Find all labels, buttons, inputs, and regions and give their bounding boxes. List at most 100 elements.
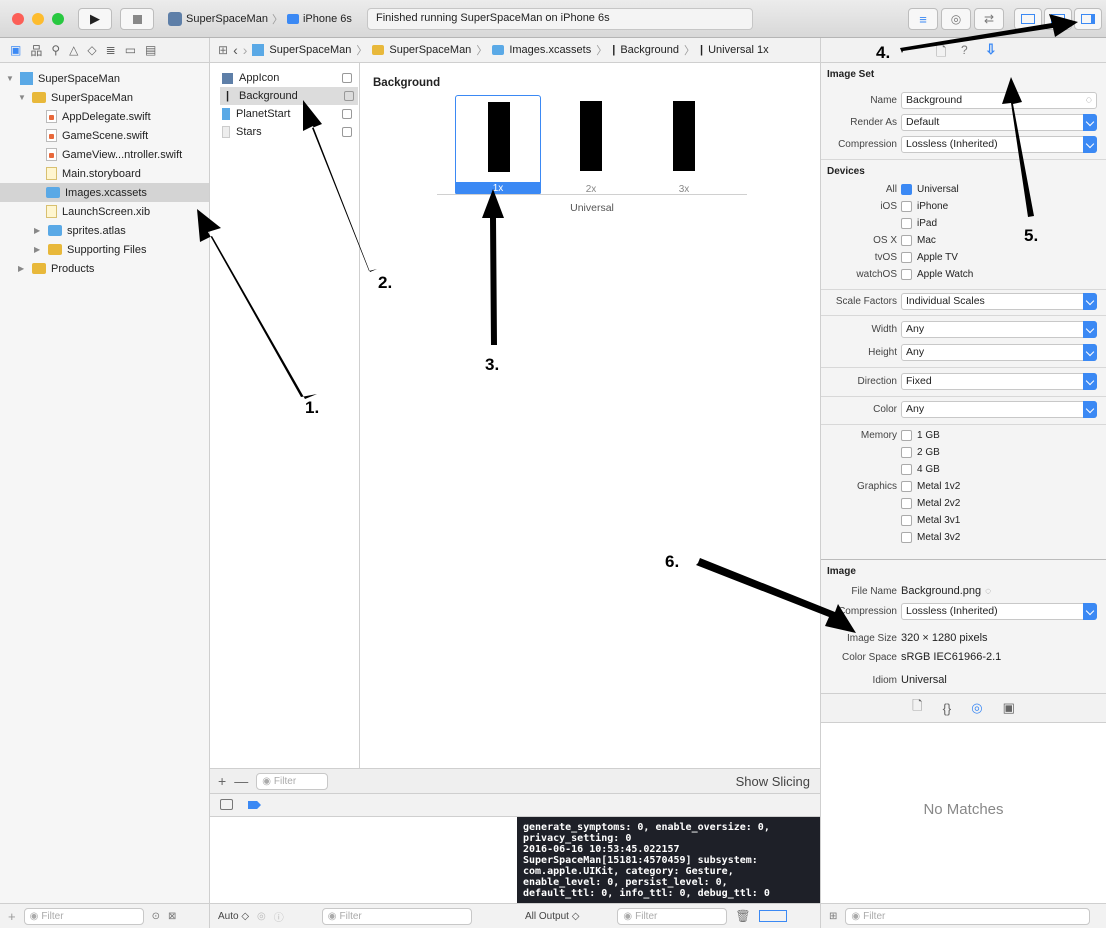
asset-item-selected[interactable]: | Background (220, 87, 358, 105)
folder-icon[interactable]: ▣ (10, 43, 21, 57)
color-select[interactable]: Any (901, 400, 1097, 418)
checkbox[interactable] (901, 532, 912, 543)
disclosure-open-icon[interactable]: ▼ (6, 74, 15, 83)
test-icon[interactable]: ◇ (87, 43, 96, 57)
height-select[interactable]: Any (901, 343, 1097, 361)
tree-item-group[interactable]: ▼ SuperSpaceMan (18, 88, 133, 107)
info-icon[interactable]: ⓘ (274, 909, 284, 924)
project-root[interactable]: ▼ SuperSpaceMan (6, 69, 120, 88)
file-inspector-icon[interactable]: 🗋 (936, 43, 946, 65)
version-editor-button[interactable]: ⇄ (974, 8, 1004, 30)
checkbox[interactable] (901, 498, 912, 509)
breadcrumb-item[interactable]: Universal 1x (708, 44, 769, 56)
checkbox[interactable] (901, 515, 912, 526)
add-icon[interactable]: + (218, 773, 226, 789)
output-select[interactable]: All Output ◇ (525, 911, 579, 922)
width-select[interactable]: Any (901, 320, 1097, 338)
toggle-utilities-button[interactable] (1074, 8, 1102, 30)
show-slicing-button[interactable]: Show Slicing (736, 774, 810, 789)
media-library-icon[interactable]: ▣ (1003, 700, 1015, 716)
checkbox[interactable] (901, 430, 912, 441)
search-icon[interactable]: ⚲ (51, 43, 60, 57)
hierarchy-icon[interactable]: 品 (30, 42, 42, 59)
back-button[interactable]: ‹ (233, 42, 238, 58)
disclosure-open-icon[interactable]: ▼ (18, 93, 27, 102)
run-button[interactable]: ▶ (78, 8, 112, 30)
tree-item-selected[interactable]: Images.xcassets (0, 183, 209, 202)
asset-item[interactable]: PlanetStart (222, 105, 356, 123)
toggle-navigator-button[interactable] (1014, 8, 1042, 30)
assistant-editor-button[interactable]: ◎ (941, 8, 971, 30)
checkbox[interactable] (901, 218, 912, 229)
disclosure-closed-icon[interactable]: ▶ (34, 226, 43, 235)
debug-icon[interactable]: ≣ (106, 43, 116, 57)
asset-item[interactable]: Stars (222, 123, 356, 141)
breakpoints-toggle-icon[interactable] (248, 801, 261, 809)
image-slot-2x[interactable]: 2x (548, 95, 634, 195)
navigator-filter-input[interactable]: ◉ Filter (23, 907, 144, 925)
checkbox[interactable] (901, 481, 912, 492)
stop-button[interactable] (120, 8, 154, 30)
checkbox[interactable] (901, 447, 912, 458)
tree-item-file[interactable]: GameScene.swift (46, 126, 148, 145)
checkbox-checked[interactable] (901, 184, 912, 195)
checkbox[interactable] (901, 201, 912, 212)
reveal-icon[interactable]: ◌ (985, 586, 991, 597)
disclosure-closed-icon[interactable]: ▶ (34, 245, 43, 254)
breadcrumb-item[interactable]: Images.xcassets (509, 44, 591, 56)
scale-factors-select[interactable]: Individual Scales (901, 292, 1097, 310)
image-slot-3x[interactable]: 3x (641, 95, 727, 195)
tree-item-folder[interactable]: ▶ sprites.atlas (34, 221, 126, 240)
tree-item-file[interactable]: GameView...ntroller.swift (46, 145, 182, 164)
eye-icon[interactable]: ◎ (257, 911, 266, 922)
checkbox[interactable] (901, 269, 912, 280)
asset-item[interactable]: AppIcon (222, 69, 356, 87)
image-slot-1x[interactable]: 1x (455, 95, 541, 195)
object-library-icon[interactable]: ◎ (971, 700, 982, 716)
console-filter-input[interactable]: ◉ Filter (617, 907, 728, 925)
checkbox[interactable] (901, 252, 912, 263)
help-inspector-icon[interactable]: ? (961, 43, 968, 57)
library-filter-input[interactable]: ◉ Filter (845, 907, 1091, 925)
variables-scope-select[interactable]: Auto ◇ (218, 911, 249, 922)
warning-icon[interactable]: △ (69, 43, 78, 57)
related-items-icon[interactable]: ⊞ (218, 43, 228, 57)
code-snippet-icon[interactable]: {} (943, 701, 952, 716)
tree-item-file[interactable]: Main.storyboard (46, 164, 141, 183)
hide-debug-icon[interactable] (220, 799, 233, 810)
breadcrumb-item[interactable]: SuperSpaceMan (269, 44, 351, 56)
minimize-window-button[interactable] (32, 13, 44, 25)
standard-editor-button[interactable]: ≡ (908, 8, 938, 30)
image-compression-select[interactable]: Lossless (Inherited) (901, 602, 1097, 620)
name-field[interactable]: Background ◌ (901, 91, 1097, 109)
forward-button[interactable]: › (243, 42, 248, 58)
report-icon[interactable]: ▤ (145, 43, 156, 57)
scheme-selector[interactable]: SuperSpaceMan 〉 iPhone 6s (168, 8, 360, 30)
compression-select[interactable]: Lossless (Inherited) (901, 135, 1097, 153)
file-template-icon[interactable]: 🗋 (912, 697, 922, 719)
remove-icon[interactable]: — (234, 773, 248, 789)
checkbox[interactable] (901, 464, 912, 475)
trash-icon[interactable]: 🗑 (735, 909, 750, 923)
variables-filter-input[interactable]: ◉ Filter (321, 907, 472, 925)
breadcrumb-item[interactable]: Background (620, 44, 679, 56)
checkbox[interactable] (901, 235, 912, 246)
breadcrumb-item[interactable]: SuperSpaceMan (389, 44, 471, 56)
disclosure-closed-icon[interactable]: ▶ (18, 264, 27, 273)
tree-item-folder[interactable]: ▶ Products (18, 259, 94, 278)
render-as-select[interactable]: Default (901, 113, 1097, 131)
add-icon[interactable]: + (8, 909, 16, 924)
grid-icon[interactable]: ⊞ (829, 911, 837, 922)
close-window-button[interactable] (12, 13, 24, 25)
direction-select[interactable]: Fixed (901, 372, 1097, 390)
recent-files-icon[interactable]: ⊙ (152, 911, 160, 922)
attributes-inspector-icon[interactable]: ⇩ (985, 41, 997, 58)
tree-item-file[interactable]: AppDelegate.swift (46, 107, 151, 126)
clear-icon[interactable]: ◌ (1086, 94, 1092, 106)
zoom-window-button[interactable] (52, 13, 64, 25)
split-view-icon[interactable] (758, 910, 787, 922)
tree-item-folder[interactable]: ▶ Supporting Files (34, 240, 147, 259)
breakpoint-icon[interactable]: ▭ (125, 43, 136, 57)
asset-filter-input[interactable]: ◉ Filter (256, 772, 329, 790)
source-control-icon[interactable]: ⊠ (168, 911, 176, 922)
